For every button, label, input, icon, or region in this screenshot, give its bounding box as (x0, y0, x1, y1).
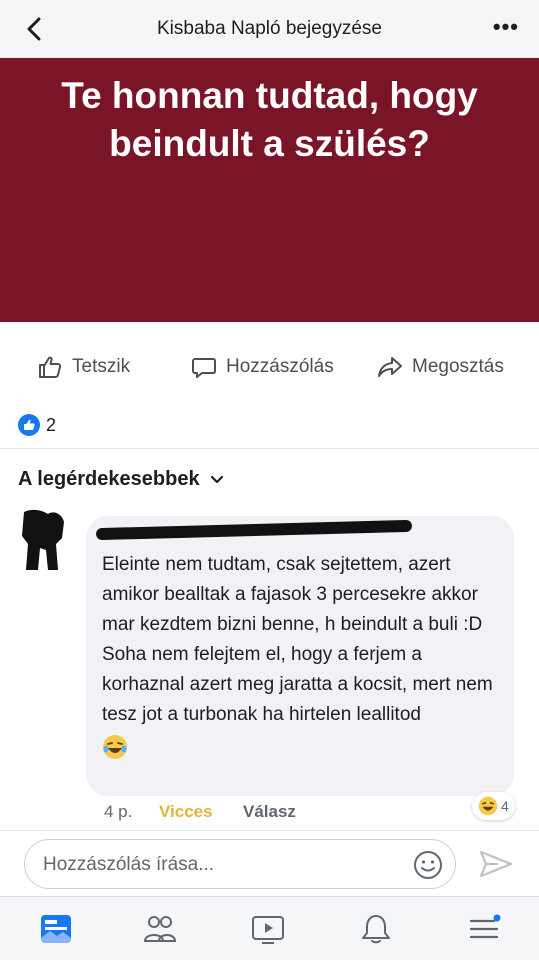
like-button[interactable]: Tetszik (36, 352, 130, 382)
comment-reaction-count[interactable]: 4 (472, 792, 515, 820)
page-title: Kisbaba Napló bejegyzése (157, 18, 382, 39)
share-label: Megosztás (412, 356, 504, 377)
comment-reaction-number: 4 (501, 798, 509, 814)
redacted-author-name (95, 519, 413, 541)
laughing-face-icon (103, 735, 127, 759)
share-button[interactable]: Megosztás (376, 352, 504, 382)
like-reaction-icon (18, 414, 40, 436)
comment-body: Eleinte nem tudtam, csak sejtettem, azer… (102, 550, 502, 770)
comment-label: Hozzászólás (226, 356, 334, 377)
like-label: Tetszik (72, 356, 131, 377)
share-icon (378, 357, 402, 377)
more-options-icon[interactable]: ••• (493, 14, 519, 40)
news-feed-icon[interactable] (38, 911, 74, 947)
avatar[interactable] (18, 508, 70, 570)
top-bar: Kisbaba Napló bejegyzése ••• (0, 0, 539, 58)
reaction-count: 2 (46, 414, 57, 435)
reply-button[interactable]: Válasz (243, 802, 296, 822)
laughing-face-icon (478, 796, 498, 816)
comment-composer: Hozzászólás írása... (0, 830, 539, 896)
notifications-bell-icon[interactable] (358, 911, 394, 947)
comment-input[interactable]: Hozzászólás írása... (24, 839, 456, 889)
post-banner-text: Te honnan tudtad, hogy beindult a szülés… (61, 75, 478, 164)
menu-icon[interactable] (466, 911, 502, 947)
send-icon[interactable] (478, 849, 514, 879)
comment-bubble: Eleinte nem tudtam, csak sejtettem, azer… (86, 516, 514, 796)
post-actions: Tetszik Hozzászólás Megosztás (0, 322, 539, 412)
friends-icon[interactable] (142, 911, 178, 947)
comment-meta: 4 p. Vicces Válasz (104, 802, 296, 822)
post-banner: Te honnan tudtad, hogy beindult a szülés… (0, 58, 539, 322)
thumbs-up-icon (39, 356, 62, 378)
haha-reaction-button[interactable]: Vicces (159, 802, 243, 822)
bottom-navigation (0, 896, 539, 960)
comment-input-placeholder: Hozzászólás írása... (43, 854, 215, 875)
divider (0, 448, 539, 449)
comment-time: 4 p. (104, 802, 133, 821)
watch-icon[interactable] (250, 911, 286, 947)
comment-button[interactable]: Hozzászólás (190, 352, 334, 382)
comment-sort-label: A legérdekesebbek (18, 468, 200, 490)
comment-text: Eleinte nem tudtam, csak sejtettem, azer… (102, 554, 493, 725)
chevron-down-icon (210, 475, 223, 483)
reaction-summary[interactable]: 2 (18, 412, 56, 438)
emoji-icon[interactable] (413, 850, 443, 880)
comment-sort-dropdown[interactable]: A legérdekesebbek (18, 468, 224, 491)
comment-icon (192, 358, 216, 378)
